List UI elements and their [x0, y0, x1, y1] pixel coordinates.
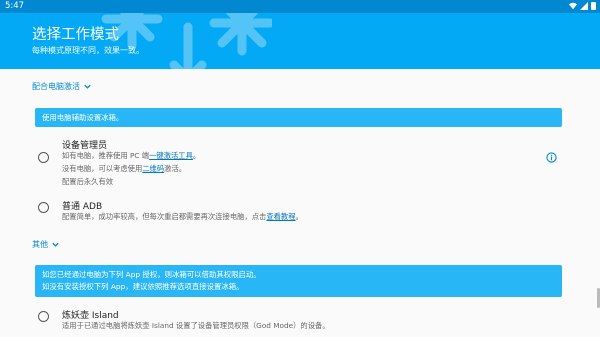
- radio-adb[interactable]: [38, 202, 49, 213]
- other-banner-line1: 如您已经通过电脑为下列 App 授权，则冰箱可以借助其权限启动。: [42, 270, 261, 279]
- desc-text: 配置简单，成功率较高，但每次重启都需要再次连接电脑，点击: [62, 212, 267, 221]
- wifi-icon: [569, 2, 577, 10]
- chevron-down-icon: [84, 84, 91, 89]
- desc-text: 没有电脑，可以考虑使用: [62, 164, 143, 173]
- info-icon[interactable]: [546, 152, 557, 163]
- page-subtitle: 每种模式原理不同，效果一致。: [32, 46, 144, 55]
- desc-text: 如有电脑，推荐使用 PC 端: [62, 151, 150, 160]
- section-label-pc: 配合电脑激活: [32, 82, 80, 91]
- option-desc-island: 适用于已通过电脑将炼妖壶 Island 设置了设备管理员权限（God Mode）…: [62, 321, 330, 330]
- page-title: 选择工作模式: [32, 27, 119, 43]
- option-desc-device-admin-1: 如有电脑，推荐使用 PC 端一键激活工具。: [62, 151, 200, 161]
- section-header-other[interactable]: 其他: [32, 239, 60, 250]
- tutorial-link[interactable]: 查看教程: [266, 212, 295, 221]
- radio-device-admin[interactable]: [38, 152, 49, 163]
- qr-code-link[interactable]: 二维码: [142, 164, 164, 173]
- chevron-down-icon: [52, 242, 59, 247]
- pc-banner: 使用电脑辅助设置冰箱。: [35, 108, 562, 127]
- option-title-adb: 普通 ADB: [62, 202, 103, 212]
- app-header: 选择工作模式 每种模式原理不同，效果一致。: [0, 13, 600, 69]
- option-title-device-admin: 设备管理员: [62, 141, 108, 151]
- snowflake-icon: [101, 13, 272, 69]
- option-desc-device-admin-3: 配置后永久有效: [62, 177, 114, 186]
- signal-icon: [580, 2, 588, 10]
- desc-text: 激活。: [164, 164, 187, 173]
- option-title-island: 炼妖壶 Island: [62, 311, 119, 321]
- battery-icon: [591, 2, 596, 10]
- desc-text: 。: [192, 151, 201, 160]
- other-banner: 如您已经通过电脑为下列 App 授权，则冰箱可以借助其权限启动。 如没有安装授权…: [35, 265, 562, 297]
- one-click-tool-link[interactable]: 一键激活工具: [149, 151, 193, 160]
- mode-list[interactable]: 配合电脑激活 使用电脑辅助设置冰箱。 设备管理员 如有电脑，推荐使用 PC 端一…: [0, 69, 600, 337]
- status-time: 5:47: [5, 1, 25, 11]
- section-label-other: 其他: [32, 240, 48, 249]
- status-bar: 5:47: [0, 0, 600, 13]
- radio-island[interactable]: [38, 311, 49, 322]
- desc-text: 。: [295, 212, 303, 221]
- section-header-pc[interactable]: 配合电脑激活: [32, 81, 92, 92]
- option-desc-adb: 配置简单，成功率较高，但每次重启都需要再次连接电脑，点击查看教程。: [62, 212, 303, 222]
- other-banner-line2: 如没有安装授权下列 App，建议依照推荐选项直接设置冰箱。: [42, 282, 244, 291]
- option-desc-device-admin-2: 没有电脑，可以考虑使用二维码激活。: [62, 164, 186, 174]
- status-icons: [569, 2, 596, 10]
